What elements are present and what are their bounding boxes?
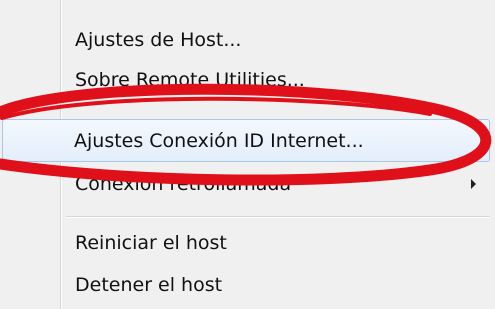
menu-item-label: Conexión retrollamada xyxy=(75,173,292,195)
menu-item-host-settings[interactable]: Ajustes de Host... xyxy=(2,20,490,60)
submenu-arrow-icon xyxy=(471,179,476,189)
menu-item-about[interactable]: Sobre Remote Utilities... xyxy=(2,60,490,100)
menu-item-label: Reiniciar el host xyxy=(75,232,227,254)
menu-item-internet-id-settings[interactable]: Ajustes Conexión ID Internet... xyxy=(2,119,490,162)
menu-item-restart-host[interactable]: Reiniciar el host xyxy=(2,223,490,263)
context-menu: Ajustes de Host... Sobre Remote Utilitie… xyxy=(0,0,495,309)
menu-item-stop-host[interactable]: Detener el host xyxy=(2,265,490,305)
menu-item-label: Detener el host xyxy=(75,274,223,296)
menu-item-callback-connection[interactable]: Conexión retrollamada xyxy=(2,164,490,204)
menu-item-label: Ajustes Conexión ID Internet... xyxy=(74,129,364,152)
menu-item-label: Ajustes de Host... xyxy=(75,29,242,51)
menu-separator xyxy=(66,216,490,218)
menu-item-label: Sobre Remote Utilities... xyxy=(75,69,305,91)
